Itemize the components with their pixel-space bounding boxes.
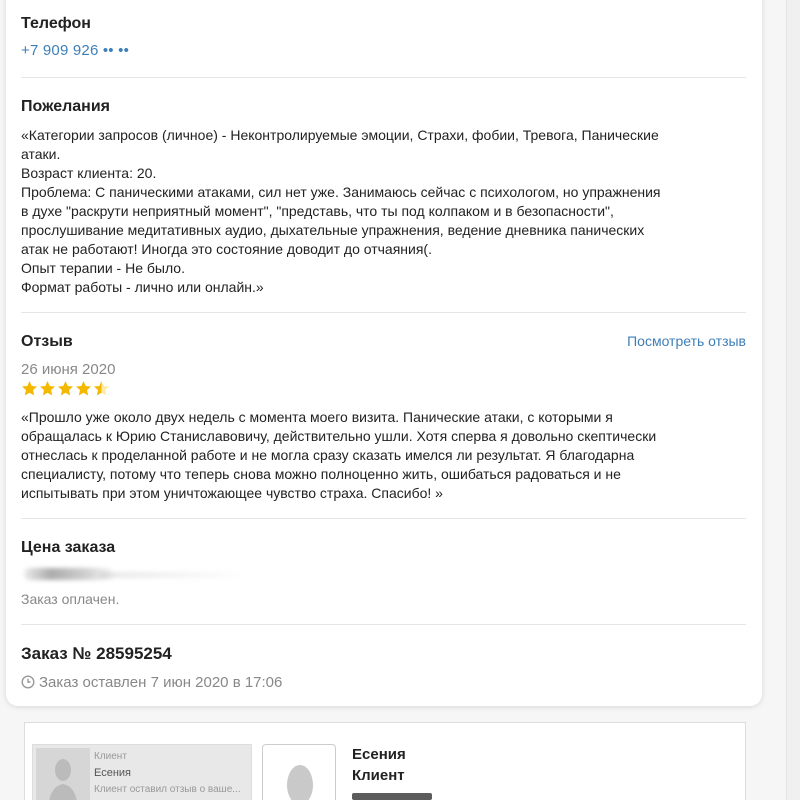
clock-icon (21, 675, 35, 689)
payment-status: Заказ оплачен. (21, 591, 120, 607)
wishes-heading: Пожелания (21, 98, 110, 115)
preview-snippet: Клиент оставил отзыв о ваше... (94, 784, 241, 795)
order-placed-text: Заказ оставлен 7 июн 2020 в 17:06 (39, 674, 283, 691)
star-icon (58, 381, 73, 396)
order-placed-line: Заказ оставлен 7 июн 2020 в 17:06 (21, 673, 746, 692)
wishes-text: «Категории запросов (личное) - Неконтрол… (21, 127, 661, 295)
price-heading: Цена заказа (21, 539, 116, 556)
preview-name: Есения (94, 767, 132, 779)
divider (21, 624, 746, 625)
divider (21, 77, 746, 78)
order-number: Заказ № 28595254 (21, 644, 172, 663)
rating-stars (21, 380, 110, 397)
star-icon (76, 381, 91, 396)
client-avatar (262, 744, 336, 800)
view-review-link[interactable]: Посмотреть отзыв (627, 332, 746, 351)
preview-avatar (36, 748, 90, 800)
client-role: Клиент (352, 767, 405, 784)
cut-off-text (352, 793, 432, 800)
user-silhouette-icon (49, 759, 77, 800)
page-scrollbar[interactable] (786, 0, 800, 800)
user-silhouette-icon (287, 765, 313, 800)
star-icon (22, 381, 37, 396)
client-name: Есения (352, 746, 406, 763)
preview-role: Клиент (94, 751, 127, 762)
phone-number-link[interactable]: +7 909 926 •• •• (21, 42, 129, 59)
phone-heading: Телефон (21, 15, 91, 32)
review-text: «Прошло уже около двух недель с момента … (21, 409, 657, 501)
hidden-price-value (100, 572, 240, 578)
star-icon (94, 381, 109, 396)
divider (21, 518, 746, 519)
review-date: 26 июня 2020 (21, 361, 116, 378)
divider (21, 312, 746, 313)
star-icon (40, 381, 55, 396)
